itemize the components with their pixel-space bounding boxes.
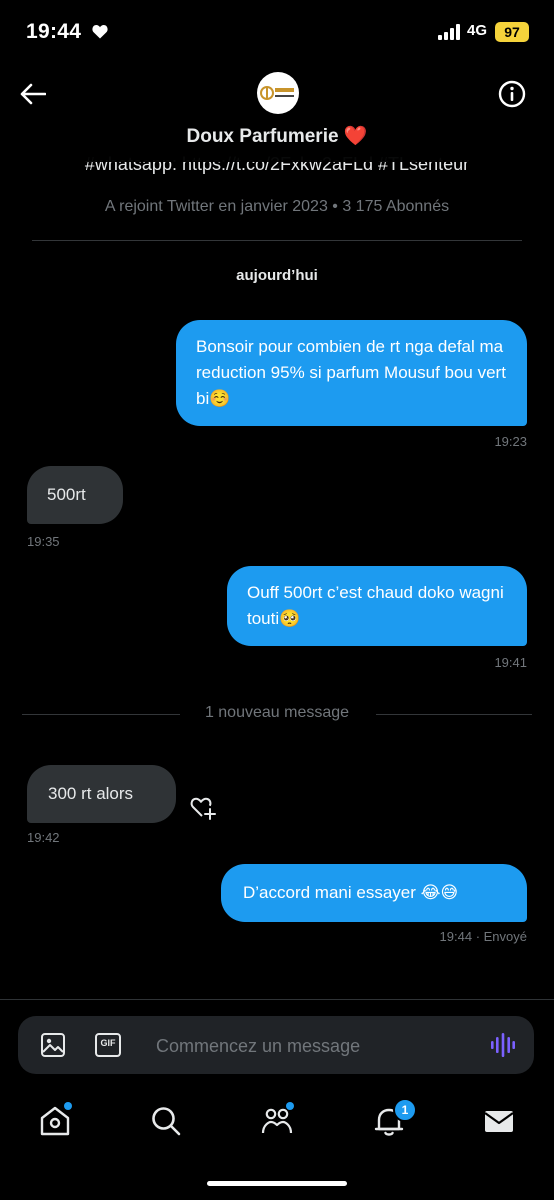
divider [376,714,532,715]
status-time: 19:44 [26,20,82,43]
message-text: Ouff 500rt c’est chaud doko wagni touti🥺 [247,583,504,628]
info-icon[interactable] [498,80,526,108]
communities-indicator-dot [286,1102,294,1110]
message-composer: GIF [18,1016,534,1074]
gif-button[interactable]: GIF [94,1032,122,1058]
arrow-left-icon[interactable] [20,82,46,106]
envelope-icon[interactable] [482,1104,516,1138]
message-bubble-incoming[interactable]: 500rt [27,466,123,524]
status-bar: 19:44 4G 97 [0,0,554,64]
day-separator: aujourd’hui [236,267,318,284]
message-status: 19:44 · Envoyé [439,929,527,944]
message-time: 19:42 [27,830,60,845]
message-bubble-outgoing[interactable]: Ouff 500rt c’est chaud doko wagni touti🥺 [227,566,527,646]
battery-level: 97 [495,22,529,42]
message-time: 19:41 [494,655,527,670]
network-type: 4G [467,22,488,39]
brand-logo [260,86,294,100]
message-bubble-outgoing[interactable]: D’accord mani essayer 😂😅 [221,864,527,922]
profile-joined: A rejoint Twitter en janvier 2023 • 3 17… [104,198,450,215]
signal-icon [438,24,460,40]
message-text: D’accord mani essayer 😂😅 [243,883,459,902]
contact-name[interactable]: Doux Parfumerie ❤️ [0,124,554,148]
message-text: 300 rt alors [48,784,134,803]
divider [32,240,522,241]
bottom-navigation: 1 [0,1086,554,1160]
avatar[interactable] [257,72,299,114]
gif-label: GIF [100,1038,116,1048]
home-indicator-bar [207,1181,347,1186]
search-icon[interactable] [149,1104,183,1138]
notification-badge: 1 [393,1098,417,1122]
message-bubble-incoming[interactable]: 300 rt alors [27,765,176,823]
message-text: Bonsoir pour combien de rt nga defal ma … [196,337,506,408]
voice-message-icon[interactable] [490,1032,516,1058]
message-text: 500rt [47,485,86,504]
message-bubble-outgoing[interactable]: Bonsoir pour combien de rt nga defal ma … [176,320,527,426]
dm-conversation-screen: 19:44 4G 97 #whatsapp: https://t.co/2Fxk… [0,0,554,1200]
image-icon[interactable] [40,1032,66,1058]
heart-plus-icon[interactable] [189,794,217,822]
message-input[interactable] [154,1026,458,1066]
message-time: 19:35 [27,534,60,549]
heart-icon [92,25,108,39]
message-time: 19:23 [494,434,527,449]
new-message-separator: 1 nouveau message [204,704,350,721]
home-indicator-dot [64,1102,72,1110]
divider [0,999,554,1000]
conversation-header: Doux Parfumerie ❤️ [0,64,554,162]
